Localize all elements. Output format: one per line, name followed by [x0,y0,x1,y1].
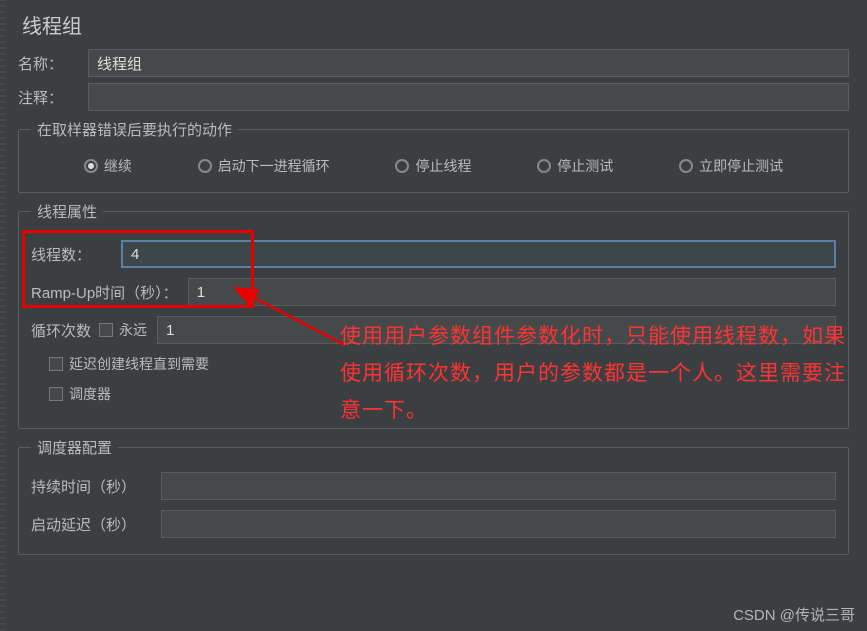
comment-row: 注释： [18,83,849,111]
rampup-input[interactable] [188,278,836,306]
threads-row: 线程数： [31,240,836,268]
thread-props-legend: 线程属性 [31,201,103,222]
forever-label: 永远 [119,320,147,340]
duration-row: 持续时间（秒） [31,472,836,500]
threads-label: 线程数： [31,244,111,265]
rampup-label: Ramp-Up时间（秒）： [31,282,178,303]
radio-next-loop[interactable]: 启动下一进程循环 [198,156,330,176]
radio-label: 停止线程 [415,156,471,176]
scheduler-checkbox[interactable]: 调度器 [31,384,836,404]
comment-label: 注释： [18,87,88,108]
radio-label: 继续 [104,156,132,176]
delay-create-checkbox[interactable]: 延迟创建线程直到需要 [31,354,836,374]
rampup-row: Ramp-Up时间（秒）： [31,278,836,306]
forever-checkbox[interactable]: 永远 [99,320,147,340]
loop-input[interactable] [157,316,836,344]
thread-props-fieldset: 线程属性 线程数： Ramp-Up时间（秒）： 循环次数 永远 延迟创建线程直到… [18,201,849,429]
duration-label: 持续时间（秒） [31,476,151,497]
radio-stop-now[interactable]: 立即停止测试 [679,156,783,176]
startup-delay-row: 启动延迟（秒） [31,510,836,538]
duration-input[interactable] [161,472,836,500]
radio-stop-thread[interactable]: 停止线程 [395,156,471,176]
name-input[interactable] [88,49,849,77]
loop-row: 循环次数 永远 [31,316,836,344]
radio-icon [395,159,409,173]
radio-continue[interactable]: 继续 [84,156,132,176]
panel-title: 线程组 [18,10,849,39]
watermark: CSDN @传说三哥 [733,604,855,625]
scheduler-label: 调度器 [69,384,111,404]
scheduler-config-legend: 调度器配置 [31,437,118,458]
radio-label: 停止测试 [557,156,613,176]
thread-group-panel: 线程组 名称： 注释： 在取样器错误后要执行的动作 继续 启动下一进程循环 停止… [0,0,867,573]
error-action-legend: 在取样器错误后要执行的动作 [31,119,238,140]
error-action-radios: 继续 启动下一进程循环 停止线程 停止测试 立即停止测试 [31,154,836,178]
threads-input[interactable] [121,240,836,268]
comment-input[interactable] [88,83,849,111]
checkbox-icon [49,357,63,371]
radio-label: 启动下一进程循环 [218,156,330,176]
scheduler-config-fieldset: 调度器配置 持续时间（秒） 启动延迟（秒） [18,437,849,555]
loop-label: 循环次数 [31,320,91,341]
radio-stop-test[interactable]: 停止测试 [537,156,613,176]
panel-resize-handle[interactable] [0,0,6,631]
startup-delay-label: 启动延迟（秒） [31,514,151,535]
radio-icon [198,159,212,173]
radio-icon [84,159,98,173]
name-row: 名称： [18,49,849,77]
startup-delay-input[interactable] [161,510,836,538]
radio-label: 立即停止测试 [699,156,783,176]
checkbox-icon [99,323,113,337]
delay-create-label: 延迟创建线程直到需要 [69,354,209,374]
error-action-fieldset: 在取样器错误后要执行的动作 继续 启动下一进程循环 停止线程 停止测试 立即停止… [18,119,849,193]
checkbox-icon [49,387,63,401]
name-label: 名称： [18,53,88,74]
radio-icon [679,159,693,173]
radio-icon [537,159,551,173]
